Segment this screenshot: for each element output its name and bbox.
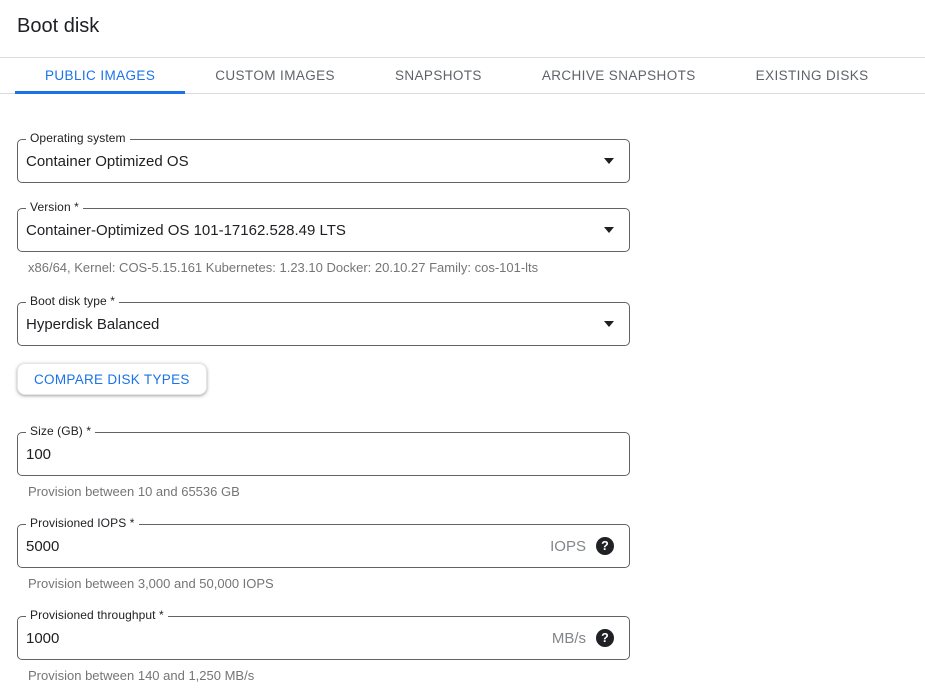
tab-label: CUSTOM IMAGES bbox=[215, 68, 335, 83]
tab-bar: PUBLIC IMAGES CUSTOM IMAGES SNAPSHOTS AR… bbox=[0, 57, 925, 94]
provisioned-iops-helper-text: Provision between 3,000 and 50,000 IOPS bbox=[17, 576, 647, 592]
tab-public-images[interactable]: PUBLIC IMAGES bbox=[15, 58, 185, 93]
size-gb-helper-text: Provision between 10 and 65536 GB bbox=[17, 484, 647, 500]
throughput-unit-suffix: MB/s bbox=[552, 630, 586, 647]
panel-header: Boot disk bbox=[0, 0, 925, 57]
size-gb-label: Size (GB) * bbox=[26, 424, 95, 439]
tab-label: PUBLIC IMAGES bbox=[45, 68, 155, 83]
operating-system-value: Container Optimized OS bbox=[26, 153, 594, 170]
boot-disk-type-select[interactable]: Boot disk type * Hyperdisk Balanced bbox=[17, 302, 630, 346]
provisioned-throughput-helper-text: Provision between 140 and 1,250 MB/s bbox=[17, 668, 647, 684]
throughput-help-icon[interactable]: ? bbox=[596, 629, 614, 647]
tab-label: EXISTING DISKS bbox=[756, 68, 869, 83]
version-helper-text: x86/64, Kernel: COS-5.15.161 Kubernetes:… bbox=[17, 260, 647, 276]
provisioned-throughput-input[interactable] bbox=[26, 630, 552, 647]
tab-label: ARCHIVE SNAPSHOTS bbox=[542, 68, 696, 83]
operating-system-label: Operating system bbox=[26, 131, 130, 146]
size-gb-input[interactable] bbox=[26, 446, 614, 463]
tab-label: SNAPSHOTS bbox=[395, 68, 482, 83]
operating-system-select[interactable]: Operating system Container Optimized OS bbox=[17, 139, 630, 183]
page-title: Boot disk bbox=[17, 15, 925, 38]
dropdown-arrow-icon bbox=[604, 158, 614, 164]
boot-disk-form: Operating system Container Optimized OS … bbox=[0, 94, 647, 684]
version-label: Version * bbox=[26, 200, 83, 215]
tab-custom-images[interactable]: CUSTOM IMAGES bbox=[185, 58, 365, 93]
version-select[interactable]: Version * Container-Optimized OS 101-171… bbox=[17, 208, 630, 252]
tab-existing-disks[interactable]: EXISTING DISKS bbox=[726, 58, 899, 93]
size-gb-field: Size (GB) * bbox=[17, 432, 630, 476]
version-value: Container-Optimized OS 101-17162.528.49 … bbox=[26, 222, 594, 239]
dropdown-arrow-icon bbox=[604, 321, 614, 327]
dropdown-arrow-icon bbox=[604, 227, 614, 233]
boot-disk-type-label: Boot disk type * bbox=[26, 294, 119, 309]
boot-disk-type-value: Hyperdisk Balanced bbox=[26, 316, 594, 333]
iops-unit-suffix: IOPS bbox=[550, 538, 586, 555]
provisioned-throughput-label: Provisioned throughput * bbox=[26, 608, 168, 623]
provisioned-throughput-field: Provisioned throughput * MB/s ? bbox=[17, 616, 630, 660]
boot-disk-panel: Boot disk PUBLIC IMAGES CUSTOM IMAGES SN… bbox=[0, 0, 925, 684]
iops-help-icon[interactable]: ? bbox=[596, 537, 614, 555]
provisioned-iops-input[interactable] bbox=[26, 538, 550, 555]
tab-snapshots[interactable]: SNAPSHOTS bbox=[365, 58, 512, 93]
compare-disk-types-button[interactable]: COMPARE DISK TYPES bbox=[17, 363, 207, 395]
tab-archive-snapshots[interactable]: ARCHIVE SNAPSHOTS bbox=[512, 58, 726, 93]
provisioned-iops-label: Provisioned IOPS * bbox=[26, 516, 139, 531]
provisioned-iops-field: Provisioned IOPS * IOPS ? bbox=[17, 524, 630, 568]
